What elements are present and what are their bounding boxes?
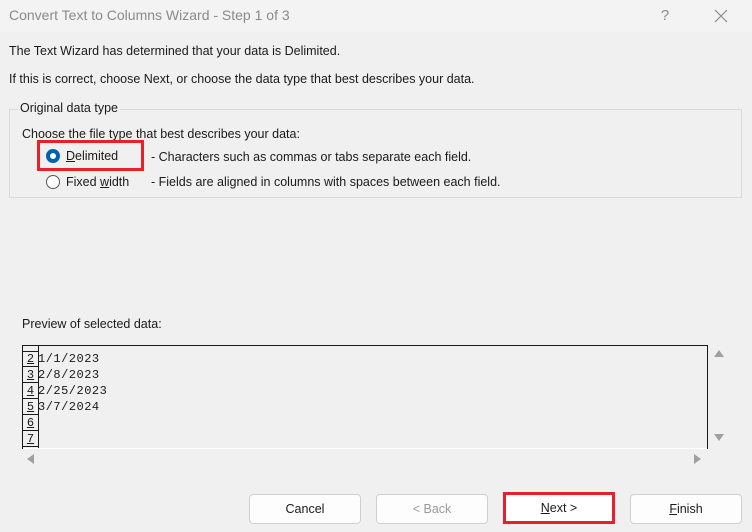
- window-title: Convert Text to Columns Wizard - Step 1 …: [9, 7, 290, 23]
- row-number: 3: [23, 367, 39, 383]
- preview-row: 7: [23, 431, 707, 447]
- row-value: 1/1/2023: [38, 352, 100, 366]
- help-button[interactable]: ?: [654, 4, 676, 28]
- back-button[interactable]: < Back: [376, 494, 488, 524]
- row-value: 2/8/2023: [38, 368, 100, 382]
- horizontal-scrollbar[interactable]: [22, 450, 708, 468]
- cancel-button[interactable]: Cancel: [249, 494, 361, 524]
- radio-unchecked-icon[interactable]: [46, 175, 60, 189]
- preview-row: 2 1/1/2023: [23, 351, 707, 367]
- row-number: 4: [23, 383, 39, 399]
- row-number: 5: [23, 399, 39, 415]
- row-value: 2/25/2023: [38, 384, 108, 398]
- vertical-scrollbar[interactable]: [710, 345, 728, 449]
- next-button[interactable]: Next >: [503, 492, 615, 524]
- scroll-right-icon[interactable]: [694, 454, 701, 464]
- help-icon: ?: [660, 7, 670, 24]
- scroll-up-icon[interactable]: [714, 350, 724, 357]
- radio-fixed-width-label[interactable]: Fixed width: [66, 175, 129, 189]
- fixed-width-description: - Fields are aligned in columns with spa…: [151, 175, 501, 189]
- scroll-left-icon[interactable]: [27, 454, 34, 464]
- wizard-intro-line2: If this is correct, choose Next, or choo…: [9, 72, 475, 86]
- radio-fixed-width[interactable]: Fixed width: [46, 175, 129, 189]
- wizard-intro-line1: The Text Wizard has determined that your…: [9, 44, 341, 58]
- radio-checked-icon[interactable]: [46, 149, 60, 163]
- preview-row: 3 2/8/2023: [23, 367, 707, 383]
- scroll-down-icon[interactable]: [714, 434, 724, 441]
- radio-delimited[interactable]: Delimited: [46, 149, 118, 163]
- row-number: 7: [23, 431, 39, 447]
- preview-row: 4 2/25/2023: [23, 383, 707, 399]
- row-number: 2: [23, 351, 39, 367]
- preview-row-partial: [23, 447, 707, 449]
- file-type-prompt: Choose the file type that best describes…: [22, 127, 300, 141]
- group-legend: Original data type: [18, 101, 120, 115]
- delimited-description: - Characters such as commas or tabs sepa…: [151, 150, 472, 164]
- preview-label: Preview of selected data:: [22, 317, 162, 331]
- preview-row: 6: [23, 415, 707, 431]
- row-value: 3/7/2024: [38, 400, 100, 414]
- preview-row: 5 3/7/2024: [23, 399, 707, 415]
- close-button[interactable]: [706, 4, 736, 28]
- title-bar: Convert Text to Columns Wizard - Step 1 …: [0, 0, 752, 32]
- data-preview[interactable]: 2 1/1/2023 3 2/8/2023 4 2/25/2023 5 3/7/…: [22, 345, 708, 449]
- close-icon: [714, 9, 728, 23]
- finish-button[interactable]: Finish: [630, 494, 742, 524]
- radio-delimited-label[interactable]: Delimited: [66, 149, 118, 163]
- row-number: 6: [23, 415, 39, 431]
- row-number: [23, 447, 39, 449]
